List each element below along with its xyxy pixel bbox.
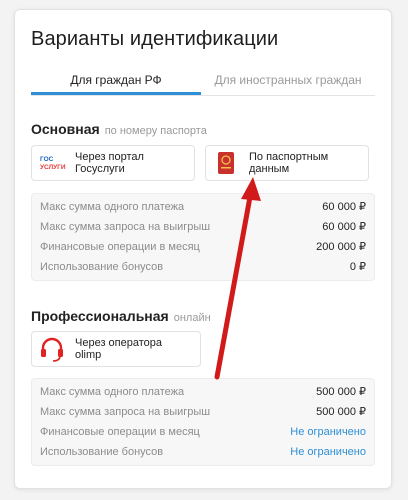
- method-gosuslugi-label: Через портал Госуслуги: [75, 151, 144, 175]
- limit-row: Использование бонусов Не ограничено: [32, 442, 374, 462]
- limit-label: Использование бонусов: [40, 261, 164, 273]
- section-pro-title: Профессиональная: [31, 308, 169, 324]
- limit-label: Макс сумма одного платежа: [40, 201, 185, 213]
- method-passport-label: По паспортным данным: [249, 151, 329, 175]
- limit-label: Макс сумма одного платежа: [40, 386, 185, 398]
- section-basic-heading: Основная по номеру паспорта: [31, 121, 207, 137]
- section-basic-title: Основная: [31, 121, 100, 137]
- method-operator-button[interactable]: Через оператора olimp: [31, 331, 201, 367]
- section-pro-subtitle: онлайн: [173, 312, 211, 324]
- limit-value: 500 000 ₽: [316, 406, 366, 418]
- limit-row: Использование бонусов 0 ₽: [32, 257, 374, 277]
- limit-value-link[interactable]: Не ограничено: [290, 422, 366, 442]
- svg-text:ГОС: ГОС: [40, 156, 54, 163]
- basic-limits-table: Макс сумма одного платежа 60 000 ₽ Макс …: [31, 193, 375, 281]
- tab-bar: Для граждан РФ Для иностранных граждан: [31, 71, 375, 96]
- limit-value: 0 ₽: [349, 261, 366, 273]
- pro-limits-table: Макс сумма одного платежа 500 000 ₽ Макс…: [31, 378, 375, 466]
- limit-value: 500 000 ₽: [316, 386, 366, 398]
- tab-citizens-rf[interactable]: Для граждан РФ: [31, 71, 201, 95]
- headset-icon: [37, 334, 67, 364]
- limit-label: Макс сумма запроса на выигрыш: [40, 406, 211, 418]
- limit-value: 60 000 ₽: [322, 221, 366, 233]
- limit-row: Финансовые операции в месяц 200 000 ₽: [32, 237, 374, 257]
- identification-card: Варианты идентификации Для граждан РФ Дл…: [14, 9, 392, 489]
- gosuslugi-logo-icon: ГОС УСЛУГИ: [37, 148, 67, 178]
- limit-label: Использование бонусов: [40, 446, 164, 458]
- limit-row: Финансовые операции в месяц Не ограничен…: [32, 422, 374, 442]
- page-title: Варианты идентификации: [31, 28, 279, 50]
- tab-foreign-citizens[interactable]: Для иностранных граждан: [201, 71, 375, 95]
- method-operator-label: Через оператора olimp: [75, 337, 162, 361]
- limit-row: Макс сумма запроса на выигрыш 500 000 ₽: [32, 402, 374, 422]
- section-basic-subtitle: по номеру паспорта: [104, 125, 207, 137]
- limit-label: Финансовые операции в месяц: [40, 426, 200, 438]
- method-passport-button[interactable]: По паспортным данным: [205, 145, 369, 181]
- method-gosuslugi-button[interactable]: ГОС УСЛУГИ Через портал Госуслуги: [31, 145, 195, 181]
- limit-value: 60 000 ₽: [322, 201, 366, 213]
- limit-row: Макс сумма одного платежа 60 000 ₽: [32, 197, 374, 217]
- section-pro-heading: Профессиональная онлайн: [31, 308, 211, 324]
- svg-text:УСЛУГИ: УСЛУГИ: [40, 164, 66, 171]
- limit-value: 200 000 ₽: [316, 241, 366, 253]
- passport-icon: [211, 148, 241, 178]
- limit-row: Макс сумма запроса на выигрыш 60 000 ₽: [32, 217, 374, 237]
- limit-label: Финансовые операции в месяц: [40, 241, 200, 253]
- limit-value-link[interactable]: Не ограничено: [290, 442, 366, 462]
- limit-row: Макс сумма одного платежа 500 000 ₽: [32, 382, 374, 402]
- limit-label: Макс сумма запроса на выигрыш: [40, 221, 211, 233]
